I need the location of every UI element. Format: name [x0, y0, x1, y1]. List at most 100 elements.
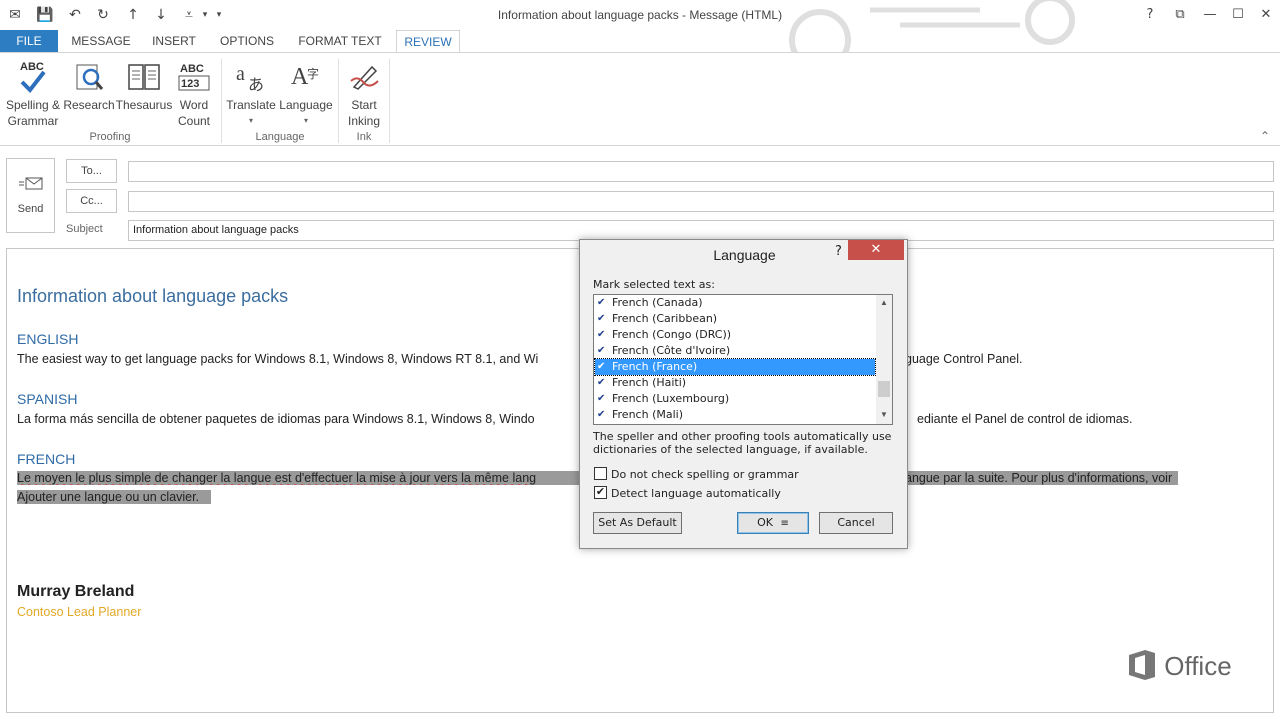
language-icon: A 字: [278, 57, 334, 97]
spellcheck-icon: ✔: [597, 297, 606, 308]
research-icon: [62, 57, 116, 97]
group-language-label: Language: [255, 131, 305, 143]
scroll-down-icon[interactable]: ▼: [876, 407, 892, 422]
info-text-line1: The speller and other proofing tools aut…: [593, 430, 892, 443]
set-as-default-button[interactable]: Set As Default: [593, 512, 682, 534]
language-dialog: Language ? ✕ Mark selected text as: ✔ Fr…: [579, 239, 908, 549]
maximize-icon[interactable]: ☐: [1228, 6, 1248, 24]
help-icon[interactable]: ?: [1140, 6, 1160, 24]
thesaurus-label: Thesaurus: [115, 98, 173, 112]
language-item[interactable]: ✔ French (Caribbean): [595, 311, 875, 327]
cc-button[interactable]: Cc...: [66, 189, 117, 213]
tab-review[interactable]: REVIEW: [396, 30, 460, 53]
language-item[interactable]: ✔ French (Mali): [595, 407, 875, 423]
cancel-button[interactable]: Cancel: [819, 512, 893, 534]
scroll-up-icon[interactable]: ▲: [876, 295, 892, 310]
tab-format-text[interactable]: FORMAT TEXT: [292, 30, 388, 52]
language-item[interactable]: ✔ French (Haiti): [595, 375, 875, 391]
collapse-ribbon-icon[interactable]: ⌃: [1260, 129, 1270, 143]
language-item-label: French (Haiti): [612, 376, 687, 389]
office-logo-text: Office: [1164, 651, 1232, 681]
language-item-selected[interactable]: ✔ French (France): [594, 358, 876, 376]
group-separator: [389, 59, 390, 143]
english-text-end: guage Control Panel.: [905, 352, 1023, 366]
language-list-scrollbar[interactable]: ▲ ▼: [876, 295, 892, 424]
spellcheck-icon: ✔: [597, 361, 606, 372]
spanish-text-end: ediante el Panel de control de idiomas.: [917, 412, 1133, 426]
ribbon-display-options-icon[interactable]: ⧉: [1170, 6, 1190, 24]
spellcheck-icon: ✔: [597, 329, 606, 340]
spanish-text: La forma más sencilla de obtener paquete…: [17, 412, 535, 426]
do-not-check-checkbox[interactable]: [594, 467, 607, 480]
group-separator: [338, 59, 339, 143]
language-item[interactable]: ✔ French (Côte d'Ivoire): [595, 343, 875, 359]
tab-message[interactable]: MESSAGE: [66, 30, 136, 52]
language-item-label: French (Caribbean): [612, 312, 718, 325]
language-item[interactable]: ✔ French (Canada): [595, 295, 875, 311]
signature-role: Contoso Lead Planner: [17, 605, 142, 619]
research-button[interactable]: Research: [62, 57, 116, 113]
language-item-label: French (Canada): [612, 296, 703, 309]
thesaurus-icon: [114, 57, 174, 97]
title-bar: ✉ 💾 ↶ ↻ ↑ ↓ ⩡ ▾ ▾ Information about lang…: [0, 0, 1280, 30]
subject-field[interactable]: Information about language packs: [128, 220, 1274, 241]
subject-label: Subject: [66, 223, 103, 235]
office-logo-icon: [1129, 650, 1155, 680]
svg-text:a: a: [236, 63, 245, 85]
language-item-label: French (Luxembourg): [612, 392, 730, 405]
spelling-label-1: Spelling &: [5, 98, 61, 112]
translate-label: Translate: [226, 98, 276, 112]
spelling-grammar-button[interactable]: ABC Spelling & Grammar: [2, 57, 64, 129]
spanish-heading: SPANISH: [17, 391, 78, 407]
spellcheck-icon: ✔: [597, 313, 606, 324]
svg-text:字: 字: [307, 66, 319, 81]
minimize-icon[interactable]: —: [1200, 6, 1220, 24]
to-field[interactable]: [128, 161, 1274, 182]
svg-text:あ: あ: [248, 75, 264, 94]
close-icon[interactable]: ✕: [1256, 6, 1276, 24]
group-proofing-label: Proofing: [89, 131, 131, 143]
translate-button[interactable]: a あ Translate ▾: [224, 57, 278, 129]
dialog-content: Mark selected text as: ✔ French (Canada)…: [589, 268, 899, 542]
language-button[interactable]: A 字 Language ▾: [278, 57, 334, 129]
dialog-close-icon[interactable]: ✕: [848, 240, 904, 260]
language-item-label: French (Congo (DRC)): [612, 328, 732, 341]
ribbon-tabs: FILE MESSAGE INSERT OPTIONS FORMAT TEXT …: [0, 30, 1280, 53]
ribbon: ABC Spelling & Grammar Research Thesauru…: [0, 52, 1280, 146]
english-text: The easiest way to get language packs fo…: [17, 352, 539, 366]
group-ink-label: Ink: [356, 131, 372, 143]
start-inking-label-1: Start: [351, 98, 377, 112]
start-inking-label-2: Inking: [347, 114, 381, 128]
to-button[interactable]: To...: [66, 159, 117, 183]
translate-icon: a あ: [224, 57, 278, 97]
detect-language-checkbox[interactable]: ✔: [594, 486, 607, 499]
do-not-check-label: Do not check spelling or grammar: [611, 468, 799, 481]
text-cursor-icon: ≡: [780, 518, 789, 529]
language-list[interactable]: ✔ French (Canada) ✔ French (Caribbean) ✔…: [593, 294, 893, 425]
start-inking-button[interactable]: Start Inking: [340, 57, 388, 129]
send-button[interactable]: Send: [6, 158, 55, 233]
mark-selected-label: Mark selected text as:: [593, 278, 715, 291]
tab-options[interactable]: OPTIONS: [212, 30, 282, 52]
english-heading: ENGLISH: [17, 331, 79, 347]
tab-file[interactable]: FILE: [0, 30, 58, 52]
language-item[interactable]: ✔ French (Luxembourg): [595, 391, 875, 407]
spellcheck-icon: ✔: [597, 377, 606, 388]
language-label: Language: [279, 98, 333, 112]
pen-icon: [340, 57, 388, 97]
ok-button[interactable]: OK ≡: [737, 512, 809, 534]
signature-name: Murray Breland: [17, 583, 135, 600]
dialog-help-icon[interactable]: ?: [835, 244, 842, 259]
cc-field[interactable]: [128, 191, 1274, 212]
tab-insert[interactable]: INSERT: [144, 30, 204, 52]
language-item[interactable]: ✔ French (Congo (DRC)): [595, 327, 875, 343]
word-count-button[interactable]: ABC 123 Word Count: [172, 57, 216, 129]
spellcheck-icon: ✔: [597, 409, 606, 420]
language-dropdown-icon: ▾: [303, 116, 308, 125]
ok-label: OK: [757, 516, 773, 529]
language-item-label: French (France): [612, 360, 698, 373]
french-heading: FRENCH: [17, 451, 76, 467]
office-logo: Office: [1127, 649, 1232, 682]
scrollbar-thumb[interactable]: [878, 381, 890, 397]
thesaurus-button[interactable]: Thesaurus: [114, 57, 174, 113]
